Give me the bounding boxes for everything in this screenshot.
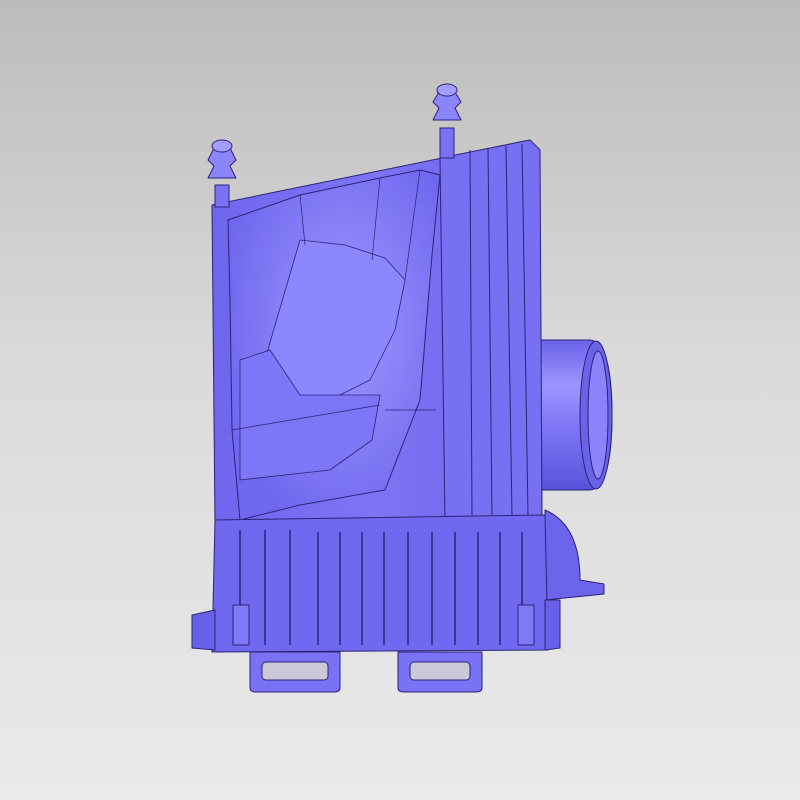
lower-base[interactable] bbox=[211, 514, 549, 653]
boss bbox=[517, 604, 535, 646]
outlet-pipe[interactable] bbox=[531, 339, 613, 491]
boss bbox=[232, 604, 250, 646]
housing-part[interactable] bbox=[191, 83, 613, 693]
side-bracket[interactable] bbox=[544, 509, 605, 601]
cad-model[interactable] bbox=[0, 0, 800, 800]
hose-nipple-right[interactable] bbox=[432, 83, 462, 159]
hose-nipple-left[interactable] bbox=[207, 139, 237, 208]
cad-viewport[interactable] bbox=[0, 0, 800, 800]
